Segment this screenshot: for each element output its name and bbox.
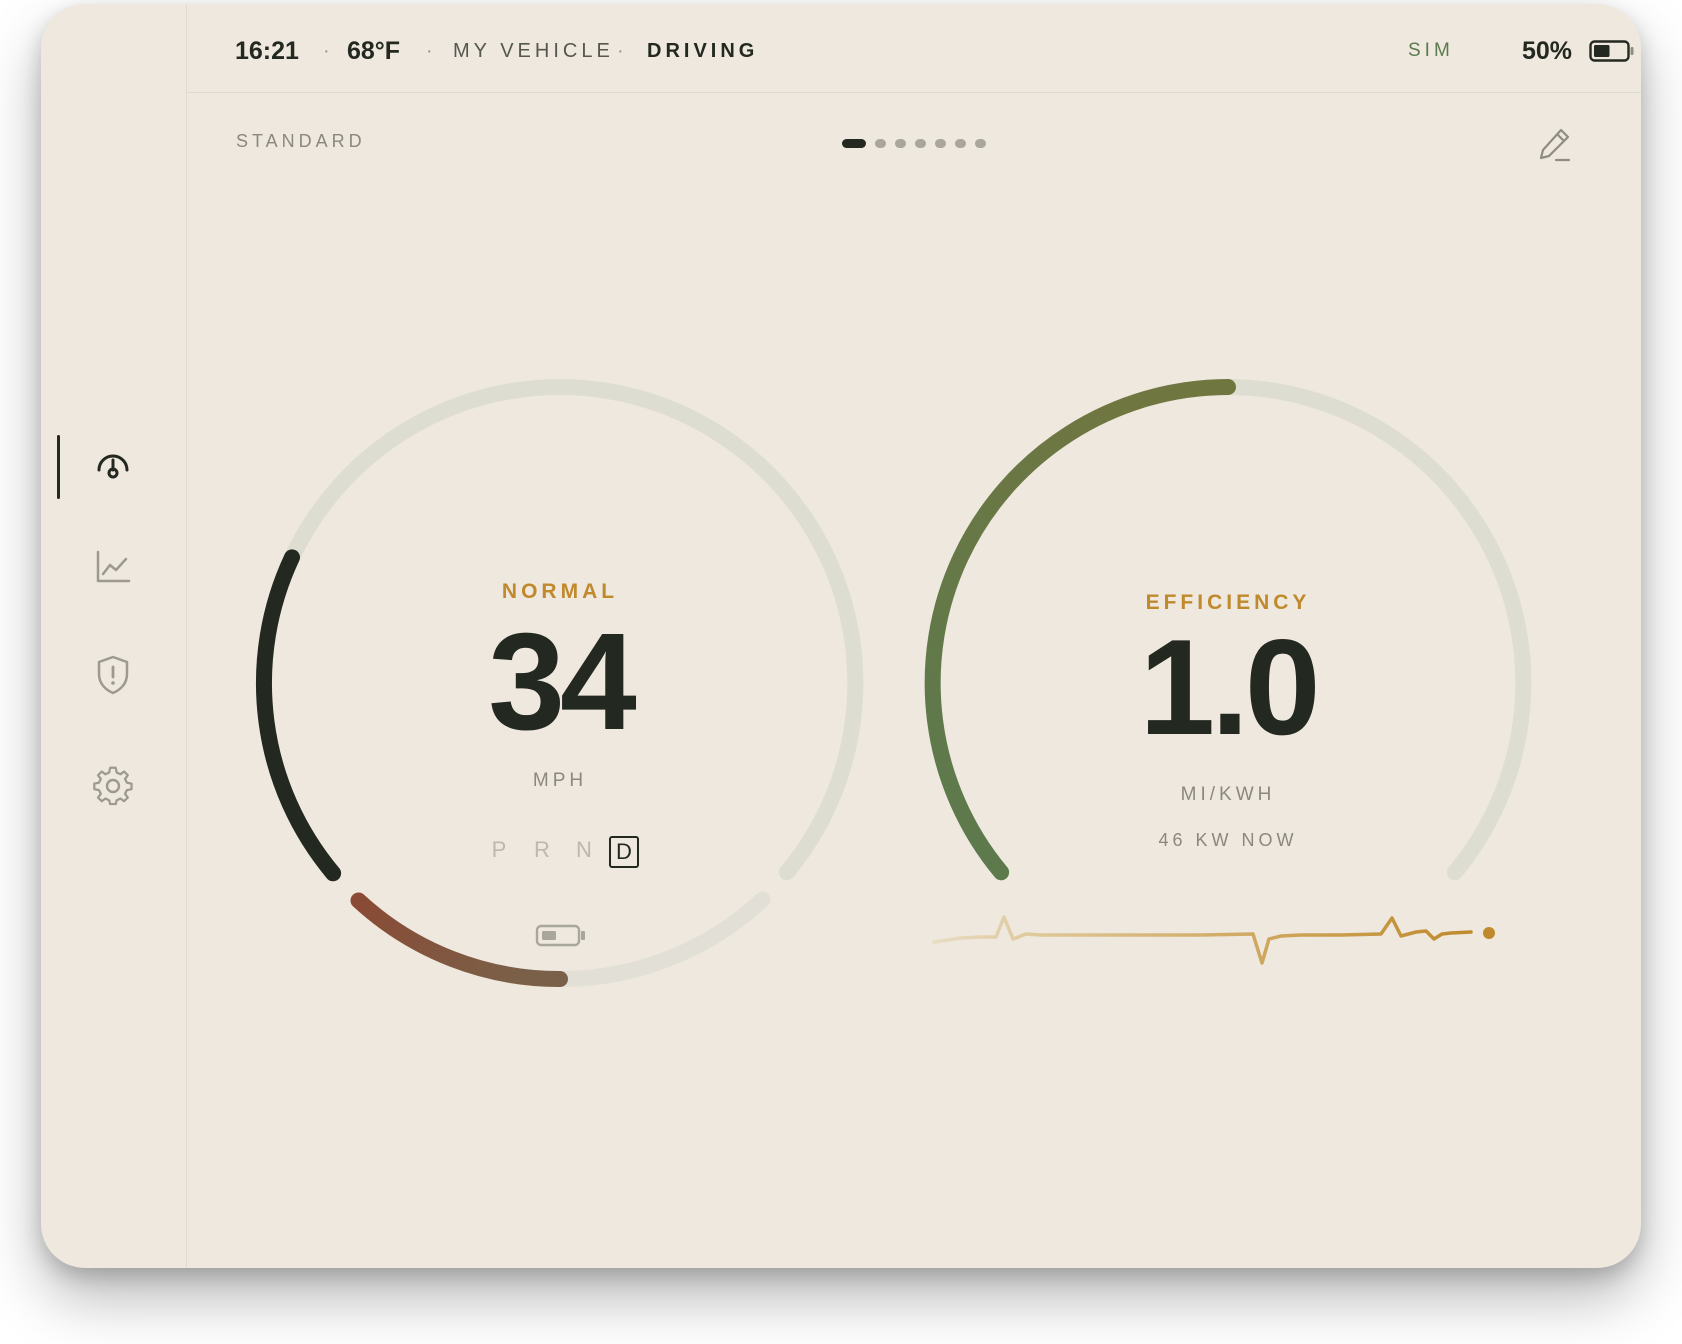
speed-value: 34 [488,605,637,759]
gauges-canvas [255,378,1532,988]
drive-mode-label[interactable]: NORMAL [460,580,660,604]
battery-icon [535,924,585,947]
dashboard-screen: 16:21 · 68°F · MY VEHICLE · DRIVING SIM … [41,4,1641,1268]
regen-arc [350,892,568,988]
efficiency-unit: MI/KWH [1180,784,1276,805]
speed-arc [255,549,342,882]
power-readout: 46 KW NOW [1158,830,1298,850]
speed-track-lower [552,891,771,988]
power-sparkline [932,915,1473,965]
gear-d: D [609,836,639,868]
gear-p: P [491,837,507,862]
speed-unit: MPH [532,770,588,791]
gear-r: R [534,837,550,862]
sparkline-current-point [1483,927,1495,939]
efficiency-value: 1.0 [1139,611,1320,763]
gear-n: N [576,837,592,862]
